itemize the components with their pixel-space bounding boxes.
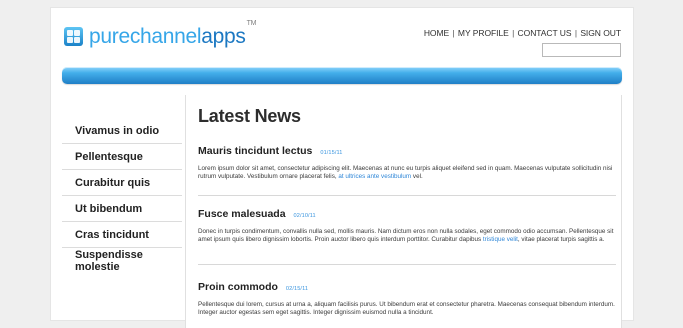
page-title: Latest News bbox=[198, 106, 301, 126]
sidebar-item-label: Curabitur quis bbox=[75, 176, 151, 189]
sidebar-item-label: Ut bibendum bbox=[75, 202, 143, 215]
news-header: Proin commodo 02/15/11 bbox=[198, 281, 616, 293]
brand-name-part-2: apps bbox=[201, 25, 246, 48]
news-header: Fusce malesuada 02/10/11 bbox=[198, 208, 616, 220]
sidebar-item-cras-tincidunt[interactable]: Cras tincidunt bbox=[62, 222, 182, 248]
trademark-mark: TM bbox=[246, 20, 257, 27]
news-date: 02/10/11 bbox=[293, 213, 316, 219]
sidebar-item-pellentesque[interactable]: Pellentesque bbox=[62, 144, 182, 170]
nav-link-home[interactable]: HOME bbox=[424, 28, 449, 38]
news-text-end: , vitae placerat turpis sagittis a. bbox=[517, 236, 605, 244]
news-header: Mauris tincidunt lectus 01/15/11 bbox=[198, 145, 616, 157]
main-content: Latest News Mauris tincidunt lectus 01/1… bbox=[185, 95, 622, 328]
news-divider bbox=[198, 195, 616, 196]
nav-separator: | bbox=[512, 28, 515, 38]
nav-link-contact-us[interactable]: CONTACT US bbox=[518, 28, 572, 38]
brand-name: purechannelappsTM bbox=[89, 20, 256, 48]
nav-link-sign-out[interactable]: SIGN OUT bbox=[580, 28, 621, 38]
news-body: Lorem ipsum dolor sit amet, consectetur … bbox=[198, 165, 616, 181]
page-container: purechannelappsTM HOME | MY PROFILE | CO… bbox=[51, 8, 633, 328]
news-link[interactable]: at ultrices ante vestibulum bbox=[338, 173, 411, 180]
sidebar-item-suspendisse-molestie[interactable]: Suspendisse molestie bbox=[62, 248, 182, 274]
sidebar-item-vivamus-in-odio[interactable]: Vivamus in odio bbox=[62, 118, 182, 144]
sidebar-item-label: Vivamus in odio bbox=[75, 124, 160, 137]
news-item: Mauris tincidunt lectus 01/15/11 Lorem i… bbox=[198, 145, 616, 181]
sidebar-item-ut-bibendum[interactable]: Ut bibendum bbox=[62, 196, 182, 222]
sidebar-navigation: Vivamus in odio Pellentesque Curabitur q… bbox=[62, 118, 182, 274]
news-item: Proin commodo 02/15/11 Pellentesque dui … bbox=[198, 281, 616, 317]
news-date: 02/15/11 bbox=[285, 286, 309, 292]
news-text: Pellentesque dui lorem, cursus at urna a… bbox=[198, 301, 615, 317]
news-text-end: vel. bbox=[411, 173, 423, 181]
news-body: Donec in turpis condimentum, convallis n… bbox=[198, 228, 616, 244]
sidebar-item-label: Pellentesque bbox=[75, 150, 143, 163]
nav-separator: | bbox=[452, 28, 455, 38]
nav-link-my-profile[interactable]: MY PROFILE bbox=[458, 28, 509, 38]
news-title[interactable]: Fusce malesuada bbox=[198, 208, 286, 220]
sidebar-item-curabitur-quis[interactable]: Curabitur quis bbox=[62, 170, 182, 196]
search-input[interactable] bbox=[542, 43, 621, 57]
brand-name-part-1: purechannel bbox=[89, 25, 202, 48]
main-navigation-bar bbox=[62, 67, 622, 84]
top-navigation: HOME | MY PROFILE | CONTACT US | SIGN OU… bbox=[424, 28, 621, 38]
news-title[interactable]: Mauris tincidunt lectus bbox=[198, 145, 312, 157]
news-title[interactable]: Proin commodo bbox=[198, 281, 278, 293]
nav-separator: | bbox=[574, 28, 577, 38]
sidebar-item-label: Cras tincidunt bbox=[75, 228, 149, 241]
brand-logo[interactable]: purechannelappsTM bbox=[64, 20, 256, 48]
news-divider bbox=[198, 264, 616, 265]
brand-logo-icon bbox=[64, 27, 83, 46]
news-date: 01/15/11 bbox=[320, 150, 343, 156]
news-item: Fusce malesuada 02/10/11 Donec in turpis… bbox=[198, 208, 616, 244]
sidebar-item-label: Suspendisse molestie bbox=[75, 249, 143, 273]
news-body: Pellentesque dui lorem, cursus at urna a… bbox=[198, 301, 616, 317]
news-link[interactable]: tristique velit bbox=[483, 236, 518, 243]
